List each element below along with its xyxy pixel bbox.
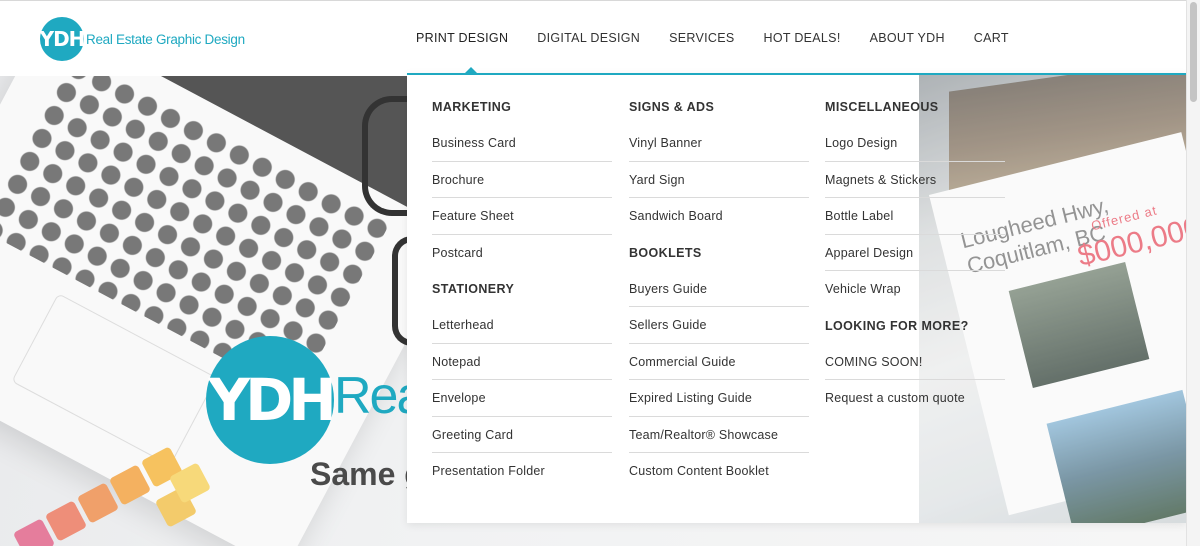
page-scrollbar[interactable] (1186, 0, 1200, 546)
menu-item-business-card[interactable]: Business Card (432, 125, 612, 162)
menu-column-marketing: MARKETING Business Card Brochure Feature… (432, 75, 612, 490)
menu-item-yard-sign[interactable]: Yard Sign (629, 162, 809, 198)
nav-about-ydh[interactable]: ABOUT YDH (870, 31, 945, 45)
logo-mark: YDH (40, 17, 85, 61)
heading-stationery: STATIONERY (432, 282, 515, 296)
menu-item-brochure[interactable]: Brochure (432, 162, 612, 198)
menu-item-team-realtor-showcase[interactable]: Team/Realtor® Showcase (629, 417, 809, 453)
menu-item-vinyl-banner[interactable]: Vinyl Banner (629, 125, 809, 162)
menu-item-commercial-guide[interactable]: Commercial Guide (629, 344, 809, 380)
heading-signs-ads: SIGNS & ADS (629, 100, 715, 114)
menu-item-bottle-label[interactable]: Bottle Label (825, 198, 1005, 235)
menu-item-coming-soon[interactable]: COMING SOON! (825, 344, 1005, 380)
glasses-image (362, 96, 408, 216)
dropdown-caret (465, 67, 477, 73)
menu-item-vehicle-wrap[interactable]: Vehicle Wrap (825, 271, 1005, 308)
nav-cart[interactable]: CART (974, 31, 1009, 45)
heading-marketing: MARKETING (432, 100, 512, 114)
heading-miscellaneous: MISCELLANEOUS (825, 100, 939, 114)
menu-item-notepad[interactable]: Notepad (432, 344, 612, 380)
menu-item-envelope[interactable]: Envelope (432, 380, 612, 417)
nav-hot-deals[interactable]: HOT DEALS! (764, 31, 841, 45)
menu-item-sandwich-board[interactable]: Sandwich Board (629, 198, 809, 235)
site-logo[interactable]: YDH Real Estate Graphic Design (40, 17, 245, 61)
site-header: YDH Real Estate Graphic Design PRINT DES… (0, 0, 1200, 76)
nav-digital-design[interactable]: DIGITAL DESIGN (537, 31, 640, 45)
menu-item-letterhead[interactable]: Letterhead (432, 307, 612, 344)
main-nav: PRINT DESIGN DIGITAL DESIGN SERVICES HOT… (416, 31, 1038, 45)
menu-item-greeting-card[interactable]: Greeting Card (432, 417, 612, 453)
menu-item-custom-content-booklet[interactable]: Custom Content Booklet (629, 453, 809, 490)
hero-logo-mark: YDH (206, 336, 337, 464)
menu-item-apparel-design[interactable]: Apparel Design (825, 235, 1005, 271)
menu-item-presentation-folder[interactable]: Presentation Folder (432, 453, 612, 490)
nav-print-design[interactable]: PRINT DESIGN (416, 31, 508, 45)
heading-looking-for-more: LOOKING FOR MORE? (825, 318, 969, 333)
menu-item-sellers-guide[interactable]: Sellers Guide (629, 307, 809, 344)
menu-item-request-quote[interactable]: Request a custom quote (825, 380, 1005, 417)
heading-booklets: BOOKLETS (629, 245, 702, 260)
menu-column-miscellaneous: MISCELLANEOUS Logo Design Magnets & Stic… (825, 75, 1005, 417)
menu-item-logo-design[interactable]: Logo Design (825, 125, 1005, 162)
menu-column-signs-ads: SIGNS & ADS Vinyl Banner Yard Sign Sandw… (629, 75, 809, 490)
menu-item-buyers-guide[interactable]: Buyers Guide (629, 271, 809, 307)
menu-item-postcard[interactable]: Postcard (432, 235, 612, 272)
logo-text: Real Estate Graphic Design (86, 31, 245, 47)
scrollbar-thumb[interactable] (1190, 2, 1197, 102)
menu-item-expired-listing-guide[interactable]: Expired Listing Guide (629, 380, 809, 417)
nav-services[interactable]: SERVICES (669, 31, 734, 45)
menu-item-magnets-stickers[interactable]: Magnets & Stickers (825, 162, 1005, 198)
menu-item-feature-sheet[interactable]: Feature Sheet (432, 198, 612, 235)
print-design-dropdown: Lougheed Hwy, Coquitlam, BC Offered at $… (407, 73, 1186, 523)
